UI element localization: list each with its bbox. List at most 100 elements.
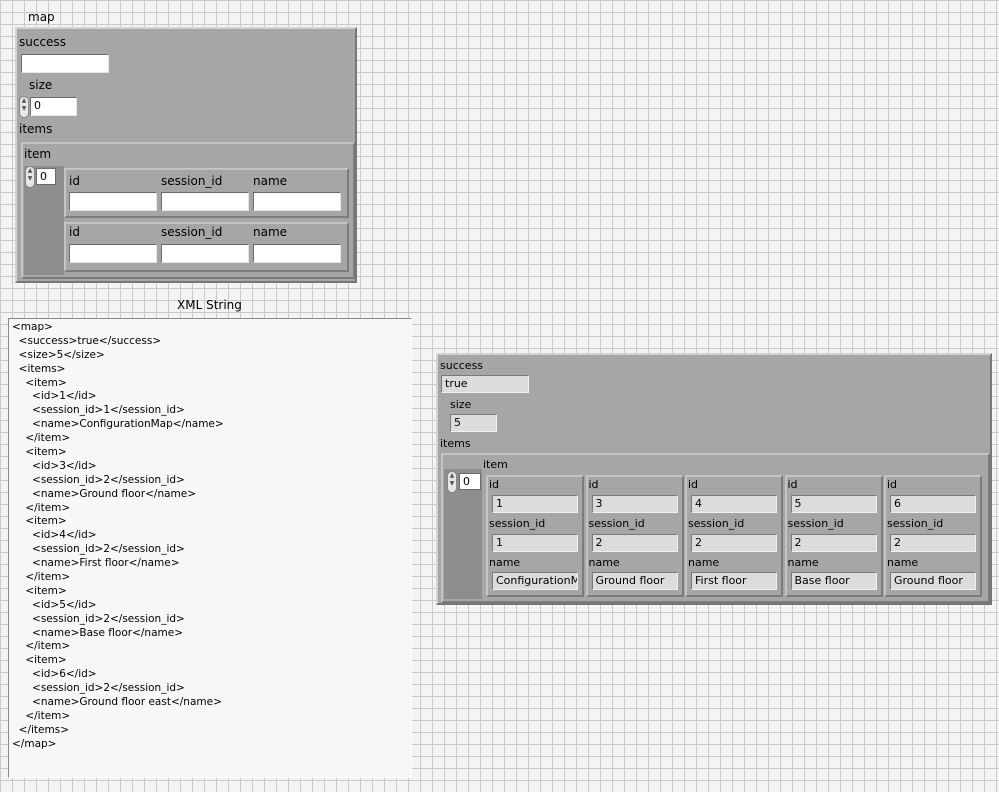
xml-line: <size>5</size> (12, 348, 105, 361)
name-label: name (887, 556, 919, 569)
session-id-control[interactable] (161, 244, 249, 263)
xml-line: <name>ConfigurationMap</name> (12, 418, 224, 431)
xml-line: </map> (12, 737, 57, 750)
xml-line: <session_id>2</session_id> (12, 473, 185, 486)
map-control-cluster: success size ▲ ▼ 0 items item ▲ ▼ 0 id ses… (15, 27, 357, 283)
xml-line: <session_id>1</session_id> (12, 404, 185, 417)
session-id-indicator: 2 (890, 534, 976, 552)
id-label: id (787, 478, 798, 491)
item-row: id session_id name (64, 168, 349, 218)
item-column: id 6 session_id 2 name Ground floor (884, 475, 982, 597)
session-id-label: session_id (489, 517, 546, 530)
name-label: name (253, 174, 288, 188)
xml-line: </item> (12, 432, 71, 445)
name-indicator: Ground floor (591, 572, 678, 590)
id-control[interactable] (69, 192, 157, 211)
indicator-index-spinner-icon[interactable]: ▲ ▼ (447, 471, 457, 493)
id-indicator: 4 (691, 495, 777, 513)
xml-line: <name>First floor</name> (12, 557, 180, 570)
items-array: item ▲ ▼ 0 id session_id name id session_… (21, 142, 355, 279)
success-indicator: true (441, 375, 529, 393)
indicator-items-array: item ▲ ▼ 0 id 1 session_id 1 name Configuratio… (441, 453, 990, 603)
xml-line: <session_id>2</session_id> (12, 612, 185, 625)
session-id-label: session_id (887, 517, 944, 530)
id-label: id (887, 478, 898, 491)
indicator-item-columns: id 1 session_id 1 name ConfigurationMap id 3 ses… (486, 475, 988, 599)
xml-line: <item> (12, 446, 67, 459)
xml-line: </item> (12, 501, 71, 514)
xml-line: <name>Ground floor</name> (12, 487, 197, 500)
xml-line: <items> (12, 362, 66, 375)
id-label: id (588, 478, 599, 491)
item-row: id session_id name (64, 222, 349, 272)
name-indicator: Ground floor (890, 572, 976, 590)
id-control[interactable] (69, 244, 157, 263)
xml-string-textbox[interactable]: <map> <success>true</success> <size>5</s… (8, 318, 412, 778)
session-id-control[interactable] (161, 192, 249, 211)
item-label: item (24, 147, 52, 161)
xml-line: <map> (12, 321, 53, 333)
size-indicator: 5 (450, 414, 497, 432)
name-indicator: First floor (691, 572, 777, 590)
success-label: success (19, 35, 66, 49)
xml-line: <id>3</id> (12, 459, 97, 472)
size-control[interactable]: 0 (30, 97, 77, 116)
session-id-label: session_id (161, 174, 223, 188)
xml-line: </item> (12, 640, 71, 653)
indicator-success-label: success (440, 359, 484, 372)
item-column: id 5 session_id 2 name Base floor (784, 475, 883, 597)
xml-line: </item> (12, 709, 71, 722)
session-id-indicator: 2 (790, 534, 877, 552)
name-label: name (489, 556, 521, 569)
items-label: items (19, 122, 53, 136)
xml-line: <item> (12, 376, 67, 389)
map-indicator-cluster: success true size 5 items item ▲ ▼ 0 id 1 s… (436, 353, 992, 605)
xml-line: <item> (12, 515, 67, 528)
xml-line: <success>true</success> (12, 334, 162, 347)
name-label: name (688, 556, 720, 569)
session-id-indicator: 2 (691, 534, 777, 552)
indicator-size-label: size (450, 398, 472, 411)
id-indicator: 5 (790, 495, 877, 513)
session-id-label: session_id (688, 517, 745, 530)
item-index-control[interactable]: 0 (36, 168, 56, 185)
xml-line: <id>5</id> (12, 598, 97, 611)
xml-string-label: XML String (177, 298, 242, 312)
session-id-label: session_id (588, 517, 645, 530)
id-label: id (688, 478, 699, 491)
xml-line: </item> (12, 571, 71, 584)
session-id-label: session_id (787, 517, 844, 530)
name-label: name (253, 225, 288, 239)
xml-line: <name>Base floor</name> (12, 626, 183, 639)
item-index-spinner-icon[interactable]: ▲ ▼ (25, 166, 35, 188)
xml-line: <id>6</id> (12, 668, 97, 681)
session-id-label: session_id (161, 225, 223, 239)
name-indicator: ConfigurationMap (492, 572, 578, 590)
xml-line: <item> (12, 654, 67, 667)
xml-line: <session_id>2</session_id> (12, 682, 185, 695)
map-control-title: map (28, 10, 55, 24)
item-column: id 4 session_id 2 name First floor (685, 475, 783, 597)
session-id-indicator: 2 (591, 534, 678, 552)
id-indicator: 3 (591, 495, 678, 513)
xml-line: <session_id>2</session_id> (12, 543, 185, 556)
name-control[interactable] (253, 192, 341, 211)
xml-line: <id>4</id> (12, 529, 97, 542)
name-label: name (588, 556, 620, 569)
name-control[interactable] (253, 244, 341, 263)
xml-line: <item> (12, 584, 67, 597)
size-label: size (29, 78, 53, 92)
id-label: id (69, 225, 80, 239)
success-control[interactable] (21, 54, 109, 73)
session-id-indicator: 1 (492, 534, 578, 552)
id-label: id (489, 478, 500, 491)
xml-line: </items> (12, 723, 70, 736)
size-spinner-icon[interactable]: ▲ ▼ (19, 96, 29, 118)
id-indicator: 6 (890, 495, 976, 513)
item-column: id 1 session_id 1 name ConfigurationMap (486, 475, 584, 597)
indicator-item-index[interactable]: 0 (459, 473, 481, 490)
xml-line: <name>Ground floor east</name> (12, 696, 222, 709)
indicator-item-label: item (483, 458, 508, 471)
name-indicator: Base floor (790, 572, 877, 590)
indicator-items-label: items (440, 437, 471, 450)
